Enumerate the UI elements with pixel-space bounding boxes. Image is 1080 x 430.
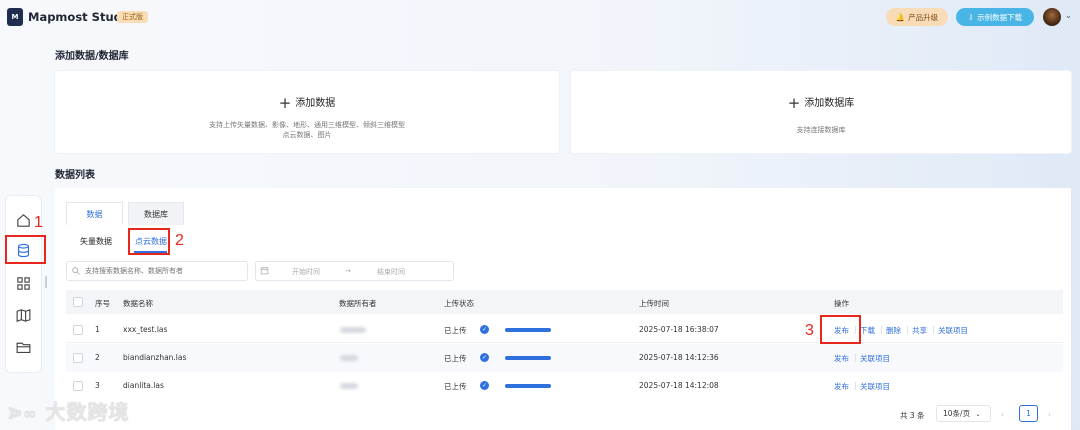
upload-progress-bar: [505, 356, 551, 360]
upload-progress-bar: [505, 384, 551, 388]
tab-database[interactable]: 数据库: [128, 202, 184, 225]
add-database-desc: 支持连接数据库: [796, 126, 846, 134]
bell-icon: 🔔: [895, 12, 906, 22]
table-header: [66, 290, 1063, 314]
chevron-down-icon[interactable]: ⌄: [1065, 11, 1072, 20]
column-header-index: 序号: [95, 299, 110, 308]
row-time: 2025-07-18 14:12:36: [639, 353, 719, 362]
check-icon: ✓: [480, 381, 489, 390]
column-header-actions: 操作: [834, 299, 849, 308]
plus-icon: +: [787, 94, 801, 112]
upload-progress-bar: [505, 328, 551, 332]
publish-link[interactable]: 发布: [834, 381, 849, 392]
check-icon: ✓: [480, 353, 489, 362]
row-index: 1: [95, 325, 100, 334]
link-project-link[interactable]: 关联项目: [860, 353, 890, 364]
total-count: 共 3 条: [900, 411, 925, 420]
link-project-link[interactable]: 关联项目: [860, 381, 890, 392]
search-input[interactable]: [66, 261, 248, 281]
annotation-number-1: 1: [34, 214, 43, 231]
edition-badge: 正式版: [117, 11, 148, 23]
subtab-vector-data[interactable]: 矢量数据: [80, 236, 112, 247]
row-checkbox[interactable]: [73, 353, 83, 363]
row-name: xxx_test.las: [123, 325, 168, 334]
annotation-box-database: [5, 235, 46, 264]
publish-link[interactable]: 发布: [834, 353, 849, 364]
page-size-select[interactable]: 10条/页 ⌄: [936, 405, 991, 422]
annotation-box-publish: [820, 315, 861, 344]
select-all-checkbox[interactable]: [73, 297, 83, 307]
add-section-title: 添加数据/数据库: [55, 51, 129, 62]
add-data-label: 添加数据: [295, 98, 336, 109]
link-project-link[interactable]: 关联项目: [938, 325, 968, 336]
column-header-time: 上传时间: [639, 299, 669, 308]
tab-data[interactable]: 数据: [66, 202, 123, 225]
add-database-card[interactable]: + 添加数据库 支持连接数据库: [571, 71, 1071, 153]
download-icon: ⇩: [967, 12, 975, 22]
add-data-desc-2: 点云数据、图片: [282, 131, 332, 139]
list-section-title: 数据列表: [55, 170, 95, 181]
row-time: 2025-07-18 14:12:08: [639, 381, 719, 390]
add-data-card[interactable]: + 添加数据 支持上传矢量数据、影像、地形、通用三维模型、倾斜三维模型 点云数据、…: [55, 71, 559, 153]
delete-link[interactable]: 删除: [886, 325, 901, 336]
end-time-input[interactable]: 结束时间: [377, 267, 405, 277]
row-checkbox[interactable]: [73, 381, 83, 391]
chevron-down-icon: ⌄: [975, 411, 981, 418]
search-icon: [72, 267, 80, 275]
check-icon: ✓: [480, 325, 489, 334]
annotation-box-point-cloud: [128, 228, 170, 255]
share-link[interactable]: 共享: [912, 325, 927, 336]
row-name: dianlita.las: [123, 381, 164, 390]
annotation-number-2: 2: [175, 232, 184, 249]
add-database-label: 添加数据库: [804, 98, 855, 109]
sidebar-scroll-indicator[interactable]: [45, 276, 47, 288]
row-status: 已上传: [444, 354, 467, 363]
start-time-input[interactable]: 开始时间: [292, 267, 320, 277]
next-page-button[interactable]: ›: [1048, 410, 1051, 419]
home-icon[interactable]: [15, 212, 32, 229]
app-logo[interactable]: M: [7, 8, 23, 26]
row-owner-redacted: [340, 327, 366, 333]
row-owner-redacted: [340, 383, 358, 389]
calendar-icon: [260, 267, 269, 275]
row-name: biandianzhan.las: [123, 353, 187, 362]
table-row: [66, 344, 1063, 372]
column-header-owner: 数据所有者: [339, 299, 377, 308]
table-row: [66, 372, 1063, 400]
download-link[interactable]: 下载: [860, 325, 875, 336]
date-range-picker[interactable]: [255, 261, 454, 281]
upgrade-button[interactable]: 🔔 产品升级: [886, 8, 948, 26]
grid-icon[interactable]: [15, 275, 32, 292]
row-index: 3: [95, 381, 100, 390]
page-1-button[interactable]: 1: [1019, 405, 1038, 422]
row-time: 2025-07-18 16:38:07: [639, 325, 719, 334]
plus-icon: +: [278, 94, 292, 112]
avatar[interactable]: [1043, 8, 1061, 26]
row-index: 2: [95, 353, 100, 362]
row-owner-redacted: [340, 355, 358, 361]
row-status: 已上传: [444, 326, 467, 335]
sample-download-button[interactable]: ⇩ 示例数据下载: [956, 8, 1034, 26]
folder-icon[interactable]: [15, 339, 32, 356]
column-header-status: 上传状态: [444, 299, 474, 308]
add-data-desc: 支持上传矢量数据、影像、地形、通用三维模型、倾斜三维模型: [209, 121, 405, 129]
row-checkbox[interactable]: [73, 325, 83, 335]
map-icon[interactable]: [15, 307, 32, 324]
prev-page-button[interactable]: ‹: [1001, 410, 1004, 419]
range-arrow: →: [345, 267, 351, 275]
watermark-logo: ᐷ∞ 大数跨境: [8, 400, 130, 424]
row-status: 已上传: [444, 382, 467, 391]
annotation-number-3: 3: [805, 322, 814, 339]
column-header-name: 数据名称: [123, 299, 153, 308]
top-bar: M Mapmost Studio 正式版 🔔 产品升级 ⇩ 示例数据下载 ⌄: [0, 0, 1080, 36]
